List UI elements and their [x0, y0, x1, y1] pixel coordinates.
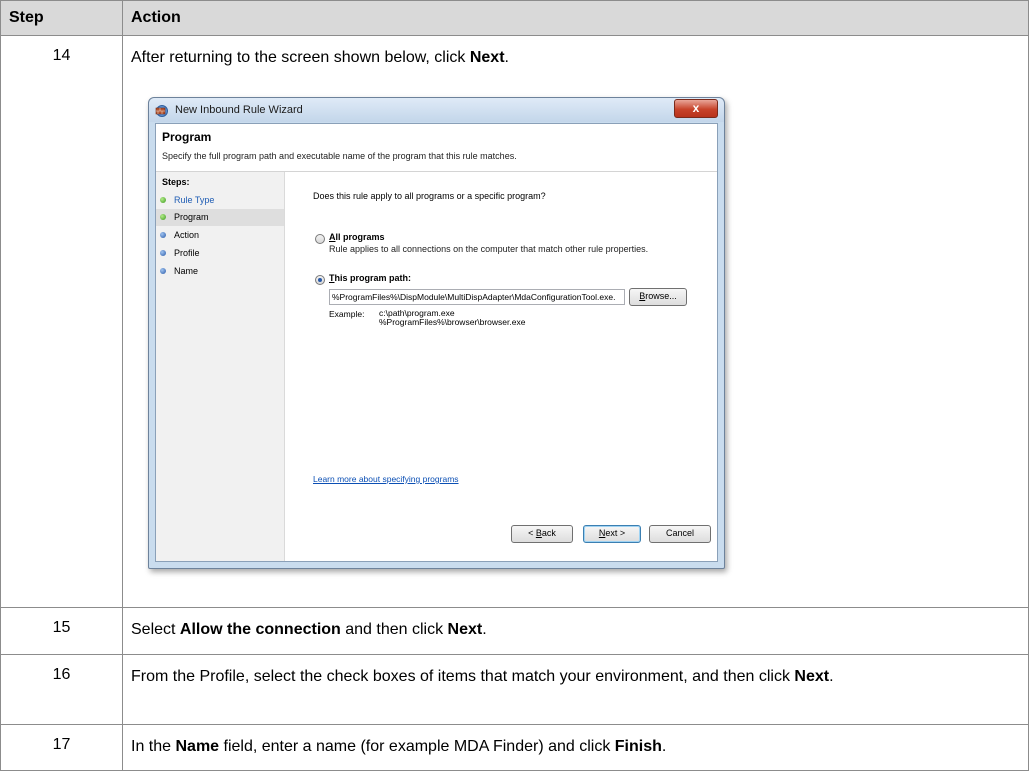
table-row: 17 In the Name field, enter a name (for …	[0, 724, 1029, 771]
table-row: 15 Select Allow the connection and then …	[0, 607, 1029, 655]
all-programs-radio[interactable]	[315, 234, 325, 244]
step-label: Rule Type	[174, 195, 215, 205]
action-keyword: Finish	[614, 738, 662, 755]
action-keyword: Next	[794, 668, 830, 685]
action-keyword: Name	[175, 738, 220, 755]
step-pending-icon	[160, 250, 166, 256]
action-keyword: Next	[469, 49, 505, 66]
header-step: Step	[0, 0, 123, 36]
page-title: Program	[162, 130, 212, 144]
learn-more-link[interactable]: Learn more about specifying programs	[313, 474, 459, 484]
action-text: field, enter a name (for example MDA Fin…	[219, 738, 615, 755]
step-number: 17	[0, 724, 123, 771]
wizard-main-pane: Does this rule apply to all programs or …	[285, 172, 717, 561]
action-text: After returning to the screen shown belo…	[131, 49, 470, 66]
action-cell: Select Allow the connection and then cli…	[122, 607, 1029, 655]
back-label: ack	[541, 528, 556, 538]
step-item-program[interactable]: Program	[156, 209, 284, 226]
rule-scope-question: Does this rule apply to all programs or …	[313, 191, 546, 201]
table-row: 16 From the Profile, select the check bo…	[0, 654, 1029, 725]
all-programs-label-text: ll programs	[335, 232, 385, 242]
action-cell: From the Profile, select the check boxes…	[122, 654, 1029, 725]
action-cell: In the Name field, enter a name (for exa…	[122, 724, 1029, 771]
back-button[interactable]: < Back	[511, 525, 573, 543]
step-number: 14	[0, 35, 123, 608]
action-text: In the	[131, 738, 176, 755]
step-label: Action	[174, 230, 200, 240]
steps-heading: Steps:	[162, 177, 190, 187]
step-number: 16	[0, 654, 123, 725]
action-text: From the Profile, select the check boxes…	[131, 668, 795, 685]
next-button[interactable]: Next >	[583, 525, 641, 543]
action-text: .	[504, 49, 509, 66]
window-titlebar[interactable]: New Inbound Rule Wizard x	[149, 98, 724, 122]
wizard-client-area: Program Specify the full program path an…	[155, 123, 718, 562]
action-text: .	[482, 621, 487, 638]
step-current-icon	[160, 214, 166, 220]
table-header-row: Step Action	[0, 0, 1029, 36]
program-path-radio[interactable]	[315, 275, 325, 285]
program-path-input[interactable]: %ProgramFiles%\DispModule\MultiDispAdapt…	[329, 289, 625, 305]
program-path-label-text: his program path:	[334, 273, 412, 283]
wizard-page-header: Program Specify the full program path an…	[156, 124, 717, 172]
step-label: Name	[174, 266, 199, 276]
browse-label: rowse...	[645, 291, 677, 301]
step-item-name: Name	[156, 263, 284, 280]
step-item-rule-type[interactable]: Rule Type	[156, 192, 284, 209]
cancel-button[interactable]: Cancel	[649, 525, 711, 543]
step-label: Program	[174, 212, 209, 222]
program-path-label[interactable]: This program path:	[329, 273, 411, 283]
steps-pane: Steps: Rule Type Program Action Profile …	[156, 172, 285, 561]
browse-button[interactable]: Browse...	[629, 288, 687, 306]
header-action: Action	[122, 0, 1029, 36]
step-number: 15	[0, 607, 123, 655]
window-title: New Inbound Rule Wizard	[175, 104, 303, 116]
all-programs-description: Rule applies to all connections on the c…	[329, 244, 649, 254]
back-prefix: <	[528, 528, 536, 538]
example-label: Example:	[329, 309, 365, 319]
step-complete-icon	[160, 197, 166, 203]
step-pending-icon	[160, 232, 166, 238]
action-text: .	[661, 738, 667, 755]
example-path-2: %ProgramFiles%\browser\browser.exe	[379, 317, 526, 327]
close-icon: x	[692, 101, 700, 115]
step-pending-icon	[160, 268, 166, 274]
close-button[interactable]: x	[674, 99, 718, 118]
action-text: Select	[131, 621, 180, 638]
action-text: .	[829, 668, 834, 685]
action-keyword: Allow the connection	[179, 621, 341, 638]
inbound-rule-wizard-window: New Inbound Rule Wizard x Program Specif…	[148, 97, 725, 569]
example-values: c:\path\program.exe %ProgramFiles%\brows…	[379, 309, 525, 327]
next-label: ext >	[605, 528, 626, 538]
page-description: Specify the full program path and execut…	[162, 151, 517, 161]
action-text: and then click	[340, 621, 448, 638]
all-programs-label[interactable]: All programs	[329, 232, 385, 242]
step-label: Profile	[174, 248, 200, 258]
step-item-profile: Profile	[156, 245, 284, 262]
step-item-action: Action	[156, 227, 284, 244]
firewall-icon	[155, 103, 170, 117]
action-keyword: Next	[447, 621, 483, 638]
